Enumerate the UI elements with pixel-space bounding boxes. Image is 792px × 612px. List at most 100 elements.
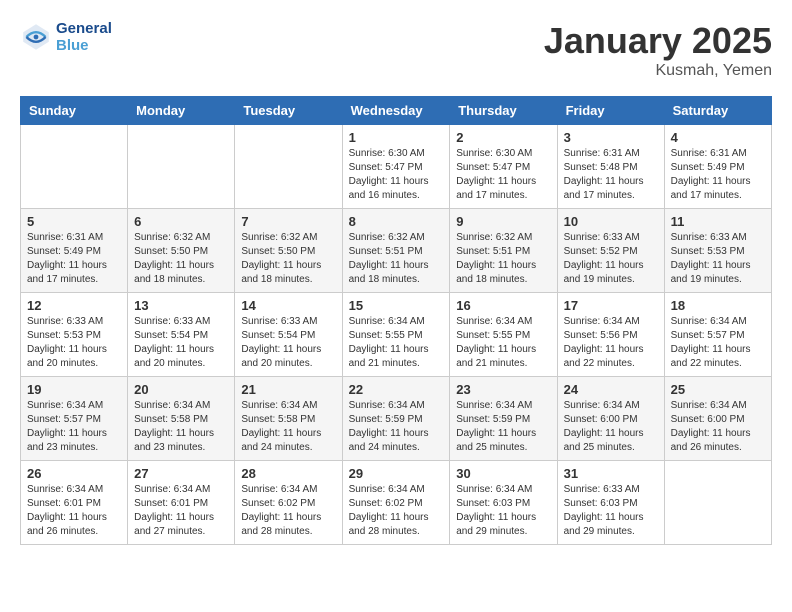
day-header-thursday: Thursday xyxy=(450,97,557,125)
calendar-cell: 30 Sunrise: 6:34 AM Sunset: 6:03 PM Dayli… xyxy=(450,461,557,545)
day-number: 12 xyxy=(27,298,121,313)
day-number: 22 xyxy=(349,382,444,397)
day-detail: Sunrise: 6:34 AM Sunset: 6:02 PM Dayligh… xyxy=(241,483,335,539)
day-detail: Sunrise: 6:34 AM Sunset: 5:59 PM Dayligh… xyxy=(456,399,550,455)
calendar-cell: 1Sunrise: 6:30 AM Sunset: 5:47 PM Daylig… xyxy=(342,125,450,209)
calendar-cell: 8 Sunrise: 6:32 AM Sunset: 5:51 PM Daylig… xyxy=(342,209,450,293)
calendar-cell xyxy=(21,125,128,209)
day-number: 29 xyxy=(349,466,444,481)
day-detail: Sunrise: 6:34 AM Sunset: 6:00 PM Dayligh… xyxy=(564,399,658,455)
calendar-cell: 28 Sunrise: 6:34 AM Sunset: 6:02 PM Dayli… xyxy=(235,461,342,545)
day-number: 24 xyxy=(564,382,658,397)
day-number: 14 xyxy=(241,298,335,313)
day-detail: Sunrise: 6:32 AM Sunset: 5:50 PM Dayligh… xyxy=(134,231,228,287)
day-number: 23 xyxy=(456,382,550,397)
day-detail: Sunrise: 6:34 AM Sunset: 5:56 PM Dayligh… xyxy=(564,315,658,371)
day-number: 16 xyxy=(456,298,550,313)
day-number: 30 xyxy=(456,466,550,481)
day-number: 21 xyxy=(241,382,335,397)
day-number: 4 xyxy=(671,130,765,145)
calendar-cell: 18 Sunrise: 6:34 AM Sunset: 5:57 PM Dayli… xyxy=(664,293,771,377)
day-number: 18 xyxy=(671,298,765,313)
day-header-friday: Friday xyxy=(557,97,664,125)
day-detail: Sunrise: 6:30 AM Sunset: 5:47 PM Dayligh… xyxy=(349,147,444,203)
day-number: 15 xyxy=(349,298,444,313)
day-detail: Sunrise: 6:31 AM Sunset: 5:49 PM Dayligh… xyxy=(671,147,765,203)
day-detail: Sunrise: 6:34 AM Sunset: 5:55 PM Dayligh… xyxy=(349,315,444,371)
day-detail: Sunrise: 6:34 AM Sunset: 5:57 PM Dayligh… xyxy=(671,315,765,371)
calendar-cell xyxy=(128,125,235,209)
day-detail: Sunrise: 6:32 AM Sunset: 5:51 PM Dayligh… xyxy=(349,231,444,287)
day-number: 10 xyxy=(564,214,658,229)
day-number: 6 xyxy=(134,214,228,229)
calendar-cell: 29 Sunrise: 6:34 AM Sunset: 6:02 PM Dayli… xyxy=(342,461,450,545)
day-number: 27 xyxy=(134,466,228,481)
calendar-week-row: 19 Sunrise: 6:34 AM Sunset: 5:57 PM Dayli… xyxy=(21,377,772,461)
calendar-week-row: 12 Sunrise: 6:33 AM Sunset: 5:53 PM Dayli… xyxy=(21,293,772,377)
logo-icon xyxy=(20,21,52,53)
day-detail: Sunrise: 6:34 AM Sunset: 6:01 PM Dayligh… xyxy=(134,483,228,539)
day-detail: Sunrise: 6:31 AM Sunset: 5:48 PM Dayligh… xyxy=(564,147,658,203)
day-number: 19 xyxy=(27,382,121,397)
location-title: Kusmah, Yemen xyxy=(544,62,772,80)
calendar-cell: 20 Sunrise: 6:34 AM Sunset: 5:58 PM Dayli… xyxy=(128,377,235,461)
calendar-cell: 24 Sunrise: 6:34 AM Sunset: 6:00 PM Dayli… xyxy=(557,377,664,461)
day-number: 11 xyxy=(671,214,765,229)
day-detail: Sunrise: 6:34 AM Sunset: 6:00 PM Dayligh… xyxy=(671,399,765,455)
calendar-week-row: 5 Sunrise: 6:31 AM Sunset: 5:49 PM Daylig… xyxy=(21,209,772,293)
calendar-cell: 21 Sunrise: 6:34 AM Sunset: 5:58 PM Dayli… xyxy=(235,377,342,461)
day-number: 9 xyxy=(456,214,550,229)
day-detail: Sunrise: 6:30 AM Sunset: 5:47 PM Dayligh… xyxy=(456,147,550,203)
day-number: 8 xyxy=(349,214,444,229)
day-number: 31 xyxy=(564,466,658,481)
day-number: 7 xyxy=(241,214,335,229)
day-detail: Sunrise: 6:33 AM Sunset: 5:52 PM Dayligh… xyxy=(564,231,658,287)
calendar-cell: 14 Sunrise: 6:33 AM Sunset: 5:54 PM Dayli… xyxy=(235,293,342,377)
calendar-cell: 27 Sunrise: 6:34 AM Sunset: 6:01 PM Dayli… xyxy=(128,461,235,545)
day-header-tuesday: Tuesday xyxy=(235,97,342,125)
day-number: 20 xyxy=(134,382,228,397)
title-block: January 2025 Kusmah, Yemen xyxy=(544,20,772,80)
day-detail: Sunrise: 6:32 AM Sunset: 5:50 PM Dayligh… xyxy=(241,231,335,287)
day-header-sunday: Sunday xyxy=(21,97,128,125)
calendar-cell: 23 Sunrise: 6:34 AM Sunset: 5:59 PM Dayli… xyxy=(450,377,557,461)
day-number: 3 xyxy=(564,130,658,145)
day-number: 17 xyxy=(564,298,658,313)
day-detail: Sunrise: 6:34 AM Sunset: 5:57 PM Dayligh… xyxy=(27,399,121,455)
day-detail: Sunrise: 6:34 AM Sunset: 5:58 PM Dayligh… xyxy=(134,399,228,455)
day-detail: Sunrise: 6:33 AM Sunset: 5:53 PM Dayligh… xyxy=(27,315,121,371)
day-detail: Sunrise: 6:34 AM Sunset: 6:01 PM Dayligh… xyxy=(27,483,121,539)
calendar-cell: 22Sunrise: 6:34 AM Sunset: 5:59 PM Dayli… xyxy=(342,377,450,461)
calendar-cell: 19 Sunrise: 6:34 AM Sunset: 5:57 PM Dayli… xyxy=(21,377,128,461)
page-header: General Blue January 2025 Kusmah, Yemen xyxy=(20,20,772,80)
day-number: 5 xyxy=(27,214,121,229)
day-number: 26 xyxy=(27,466,121,481)
day-detail: Sunrise: 6:31 AM Sunset: 5:49 PM Dayligh… xyxy=(27,231,121,287)
calendar-cell: 12 Sunrise: 6:33 AM Sunset: 5:53 PM Dayli… xyxy=(21,293,128,377)
calendar-cell: 10 Sunrise: 6:33 AM Sunset: 5:52 PM Dayli… xyxy=(557,209,664,293)
day-number: 28 xyxy=(241,466,335,481)
calendar-cell: 13Sunrise: 6:33 AM Sunset: 5:54 PM Dayli… xyxy=(128,293,235,377)
calendar-cell: 2 Sunrise: 6:30 AM Sunset: 5:47 PM Daylig… xyxy=(450,125,557,209)
calendar-cell: 26 Sunrise: 6:34 AM Sunset: 6:01 PM Dayli… xyxy=(21,461,128,545)
day-detail: Sunrise: 6:34 AM Sunset: 6:03 PM Dayligh… xyxy=(456,483,550,539)
calendar-cell: 5 Sunrise: 6:31 AM Sunset: 5:49 PM Daylig… xyxy=(21,209,128,293)
calendar-cell xyxy=(235,125,342,209)
calendar-table: SundayMondayTuesdayWednesdayThursdayFrid… xyxy=(20,96,772,545)
day-header-wednesday: Wednesday xyxy=(342,97,450,125)
calendar-cell: 25 Sunrise: 6:34 AM Sunset: 6:00 PM Dayli… xyxy=(664,377,771,461)
day-header-saturday: Saturday xyxy=(664,97,771,125)
calendar-week-row: 1Sunrise: 6:30 AM Sunset: 5:47 PM Daylig… xyxy=(21,125,772,209)
day-number: 2 xyxy=(456,130,550,145)
day-detail: Sunrise: 6:33 AM Sunset: 5:54 PM Dayligh… xyxy=(134,315,228,371)
calendar-cell: 11 Sunrise: 6:33 AM Sunset: 5:53 PM Dayli… xyxy=(664,209,771,293)
day-detail: Sunrise: 6:34 AM Sunset: 6:02 PM Dayligh… xyxy=(349,483,444,539)
calendar-cell: 4 Sunrise: 6:31 AM Sunset: 5:49 PM Daylig… xyxy=(664,125,771,209)
calendar-week-row: 26 Sunrise: 6:34 AM Sunset: 6:01 PM Dayli… xyxy=(21,461,772,545)
day-detail: Sunrise: 6:34 AM Sunset: 5:58 PM Dayligh… xyxy=(241,399,335,455)
day-detail: Sunrise: 6:33 AM Sunset: 5:54 PM Dayligh… xyxy=(241,315,335,371)
day-detail: Sunrise: 6:33 AM Sunset: 5:53 PM Dayligh… xyxy=(671,231,765,287)
day-number: 25 xyxy=(671,382,765,397)
calendar-cell: 17 Sunrise: 6:34 AM Sunset: 5:56 PM Dayli… xyxy=(557,293,664,377)
calendar-cell: 3 Sunrise: 6:31 AM Sunset: 5:48 PM Daylig… xyxy=(557,125,664,209)
